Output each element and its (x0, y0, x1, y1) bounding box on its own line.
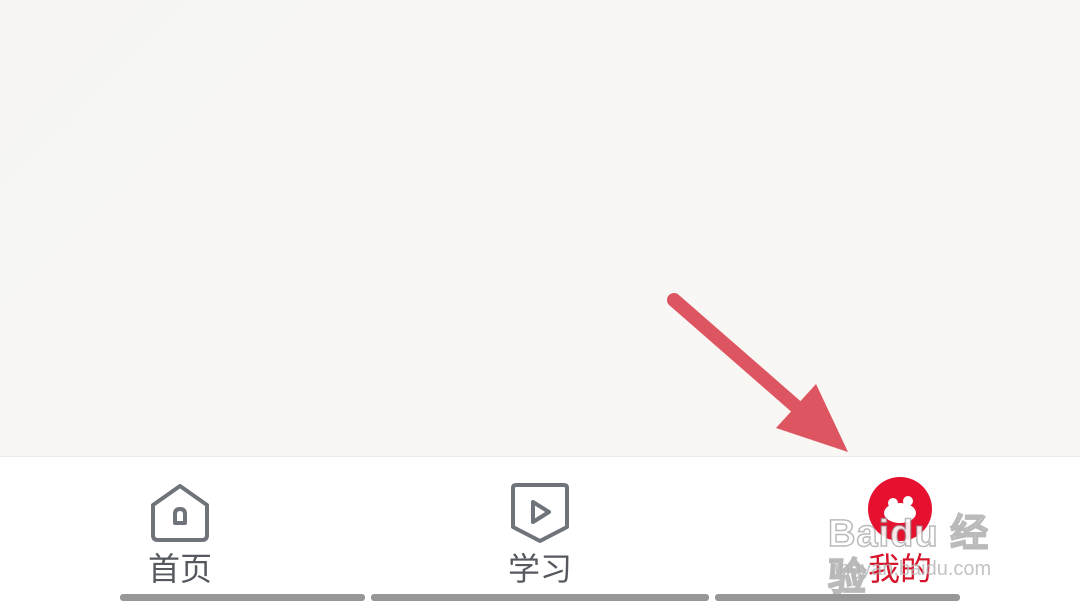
home-indicator-segment (120, 594, 365, 601)
watermark-url: jingyan.baidu.com (830, 558, 992, 580)
play-icon (511, 483, 569, 543)
tab-home[interactable]: 首页 (50, 457, 310, 595)
tab-study[interactable]: 学习 (410, 457, 670, 595)
content-area (0, 0, 1080, 456)
tab-home-label: 首页 (147, 550, 212, 588)
tab-study-label: 学习 (507, 550, 572, 588)
home-icon (151, 484, 209, 542)
watermark-brand: Baidu 经验 (827, 512, 990, 600)
watermark: Baidu 经验 jingyan.baidu.com (827, 512, 1028, 600)
home-indicator-segment (371, 594, 709, 601)
